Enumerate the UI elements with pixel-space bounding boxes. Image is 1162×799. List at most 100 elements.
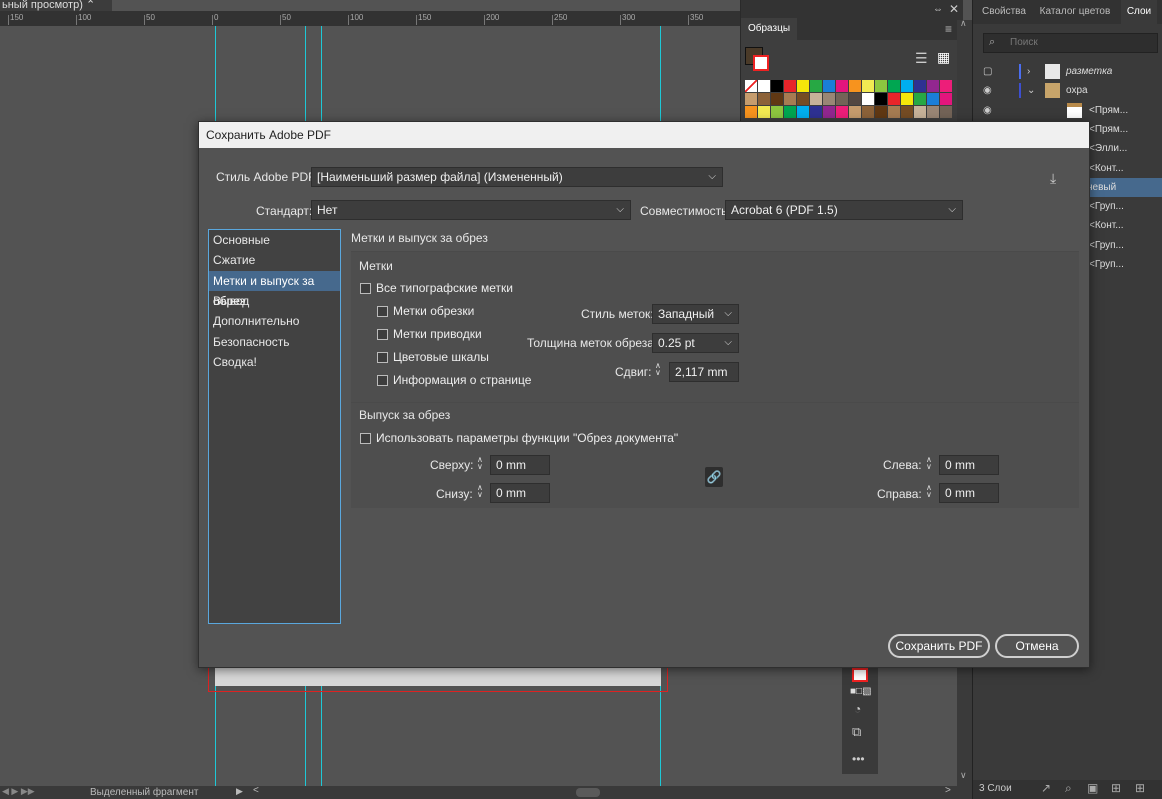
color-swatch[interactable] [940,80,952,92]
stepper-icon[interactable]: ∧ ∨ [477,484,483,499]
layer-row[interactable]: ▢ › разметка [973,62,1162,81]
scroll-right-icon[interactable]: > [945,785,951,796]
color-swatch[interactable] [940,93,952,105]
color-swatch[interactable] [797,80,809,92]
color-swatch[interactable] [888,80,900,92]
more-icon[interactable]: ••• [852,752,865,766]
color-swatch[interactable] [901,93,913,105]
color-swatch[interactable] [810,80,822,92]
horizontal-scroll-thumb[interactable] [576,788,600,797]
color-swatch[interactable] [914,93,926,105]
nav-item[interactable]: Основные [209,230,340,250]
offset-input[interactable]: 2,117 mm [669,362,739,382]
color-swatch[interactable] [797,106,809,118]
mark-weight-select[interactable]: 0.25 pt ⌵ [652,333,739,353]
stroke-swatch[interactable] [753,55,769,71]
compatibility-select[interactable]: Acrobat 6 (PDF 1.5) ⌵ [725,200,963,220]
none-swatch[interactable] [745,80,757,92]
color-swatch[interactable] [862,93,874,105]
bleed-right-input[interactable]: 0 mm [939,483,999,503]
visibility-icon[interactable]: ◉ [983,101,992,120]
color-swatch[interactable] [914,80,926,92]
nav-item[interactable]: Сводка! [209,352,340,372]
registration-marks-checkbox[interactable] [377,329,388,340]
save-preset-icon[interactable]: ⤓ [1050,170,1056,187]
color-swatch[interactable] [823,93,835,105]
nav-item[interactable]: Дополнительно [209,311,340,331]
stepper-icon[interactable]: ∧ ∨ [926,484,932,499]
chevron-right-icon[interactable]: › [1027,62,1030,81]
color-swatch[interactable] [758,80,770,92]
color-swatch[interactable] [862,106,874,118]
mark-style-select[interactable]: Западный ⌵ [652,304,739,324]
color-swatch[interactable] [758,93,770,105]
color-swatch[interactable] [784,93,796,105]
standard-select[interactable]: Нет ⌵ [311,200,631,220]
page-info-checkbox[interactable] [377,375,388,386]
color-swatch[interactable] [745,106,757,118]
color-swatch[interactable] [875,106,887,118]
color-swatch[interactable] [745,93,757,105]
grid-view-icon[interactable]: ▦ [937,49,950,66]
color-swatch[interactable] [771,93,783,105]
color-swatch[interactable] [901,80,913,92]
document-tab[interactable]: ьный просмотр) ⌃ [0,0,112,11]
color-swatch[interactable] [797,93,809,105]
color-swatch[interactable] [901,106,913,118]
new-sublayer-icon[interactable]: ⊞ [1111,781,1121,795]
scroll-up-icon[interactable]: ∧ [960,18,967,29]
use-document-bleed-checkbox[interactable] [360,433,371,444]
close-icon[interactable]: ✕ [949,2,959,16]
swatch-grid[interactable] [745,80,952,122]
color-swatch[interactable] [836,93,848,105]
color-swatch[interactable] [927,106,939,118]
draw-mode-icon[interactable]: ◔ [854,702,861,716]
pdf-style-select[interactable]: [Наименьший размер файла] (Измененный) ⌵ [311,167,723,187]
color-swatch[interactable] [849,80,861,92]
color-mode-icon[interactable]: ■□▧ [850,686,872,697]
color-swatch[interactable] [914,106,926,118]
dialog-titlebar[interactable]: Сохранить Adobe PDF [199,122,1089,148]
scroll-left-icon[interactable]: < [253,785,259,796]
tab-properties[interactable]: Свойства [975,0,1033,24]
visibility-icon[interactable]: ◉ [983,81,992,100]
color-swatch[interactable] [875,80,887,92]
crop-marks-checkbox[interactable] [377,306,388,317]
color-swatch[interactable] [758,106,770,118]
screen-mode-icon[interactable]: ⧉ [852,724,861,740]
tab-swatches[interactable]: Образцы [741,18,797,40]
collapse-icon[interactable]: ⇔ [933,4,943,15]
color-swatch[interactable] [927,93,939,105]
stepper-icon[interactable]: ∧ ∨ [926,456,932,471]
color-swatch[interactable] [771,80,783,92]
bleed-left-input[interactable]: 0 mm [939,455,999,475]
tab-color-catalog[interactable]: Каталог цветов [1035,0,1115,24]
color-swatch[interactable] [888,106,900,118]
nav-item[interactable]: Безопасность [209,332,340,352]
stepper-icon[interactable]: ∧ ∨ [655,362,661,377]
nav-item[interactable]: Вывод [209,291,340,311]
stepper-icon[interactable]: ∧ ∨ [477,456,483,471]
layers-search-input[interactable]: ⌕ Поиск [983,33,1158,53]
color-swatch[interactable] [849,93,861,105]
export-icon[interactable]: ↗ [1041,781,1051,795]
color-bars-checkbox[interactable] [377,352,388,363]
color-swatch[interactable] [810,106,822,118]
new-layer-icon[interactable]: ⊞ [1135,781,1145,795]
color-swatch[interactable] [784,80,796,92]
template-icon[interactable]: ▢ [983,62,992,81]
color-swatch[interactable] [888,93,900,105]
color-swatch[interactable] [810,93,822,105]
panel-menu-icon[interactable]: ≡ [945,22,952,36]
nav-item[interactable]: Метки и выпуск за обрез [209,270,340,308]
chevron-up-icon[interactable]: ⌃ [86,0,95,11]
link-icon[interactable]: 🔗 [705,467,723,487]
color-swatch[interactable] [940,106,952,118]
color-swatch[interactable] [836,80,848,92]
chevron-down-icon[interactable]: ⌄ [1027,81,1035,100]
locate-icon[interactable]: ⌕ [1065,781,1072,796]
layer-row[interactable]: ◉ <Прям... [973,101,1162,120]
scroll-down-icon[interactable]: ∨ [960,770,967,781]
clipping-mask-icon[interactable]: ▣ [1087,781,1098,795]
color-swatch[interactable] [862,80,874,92]
